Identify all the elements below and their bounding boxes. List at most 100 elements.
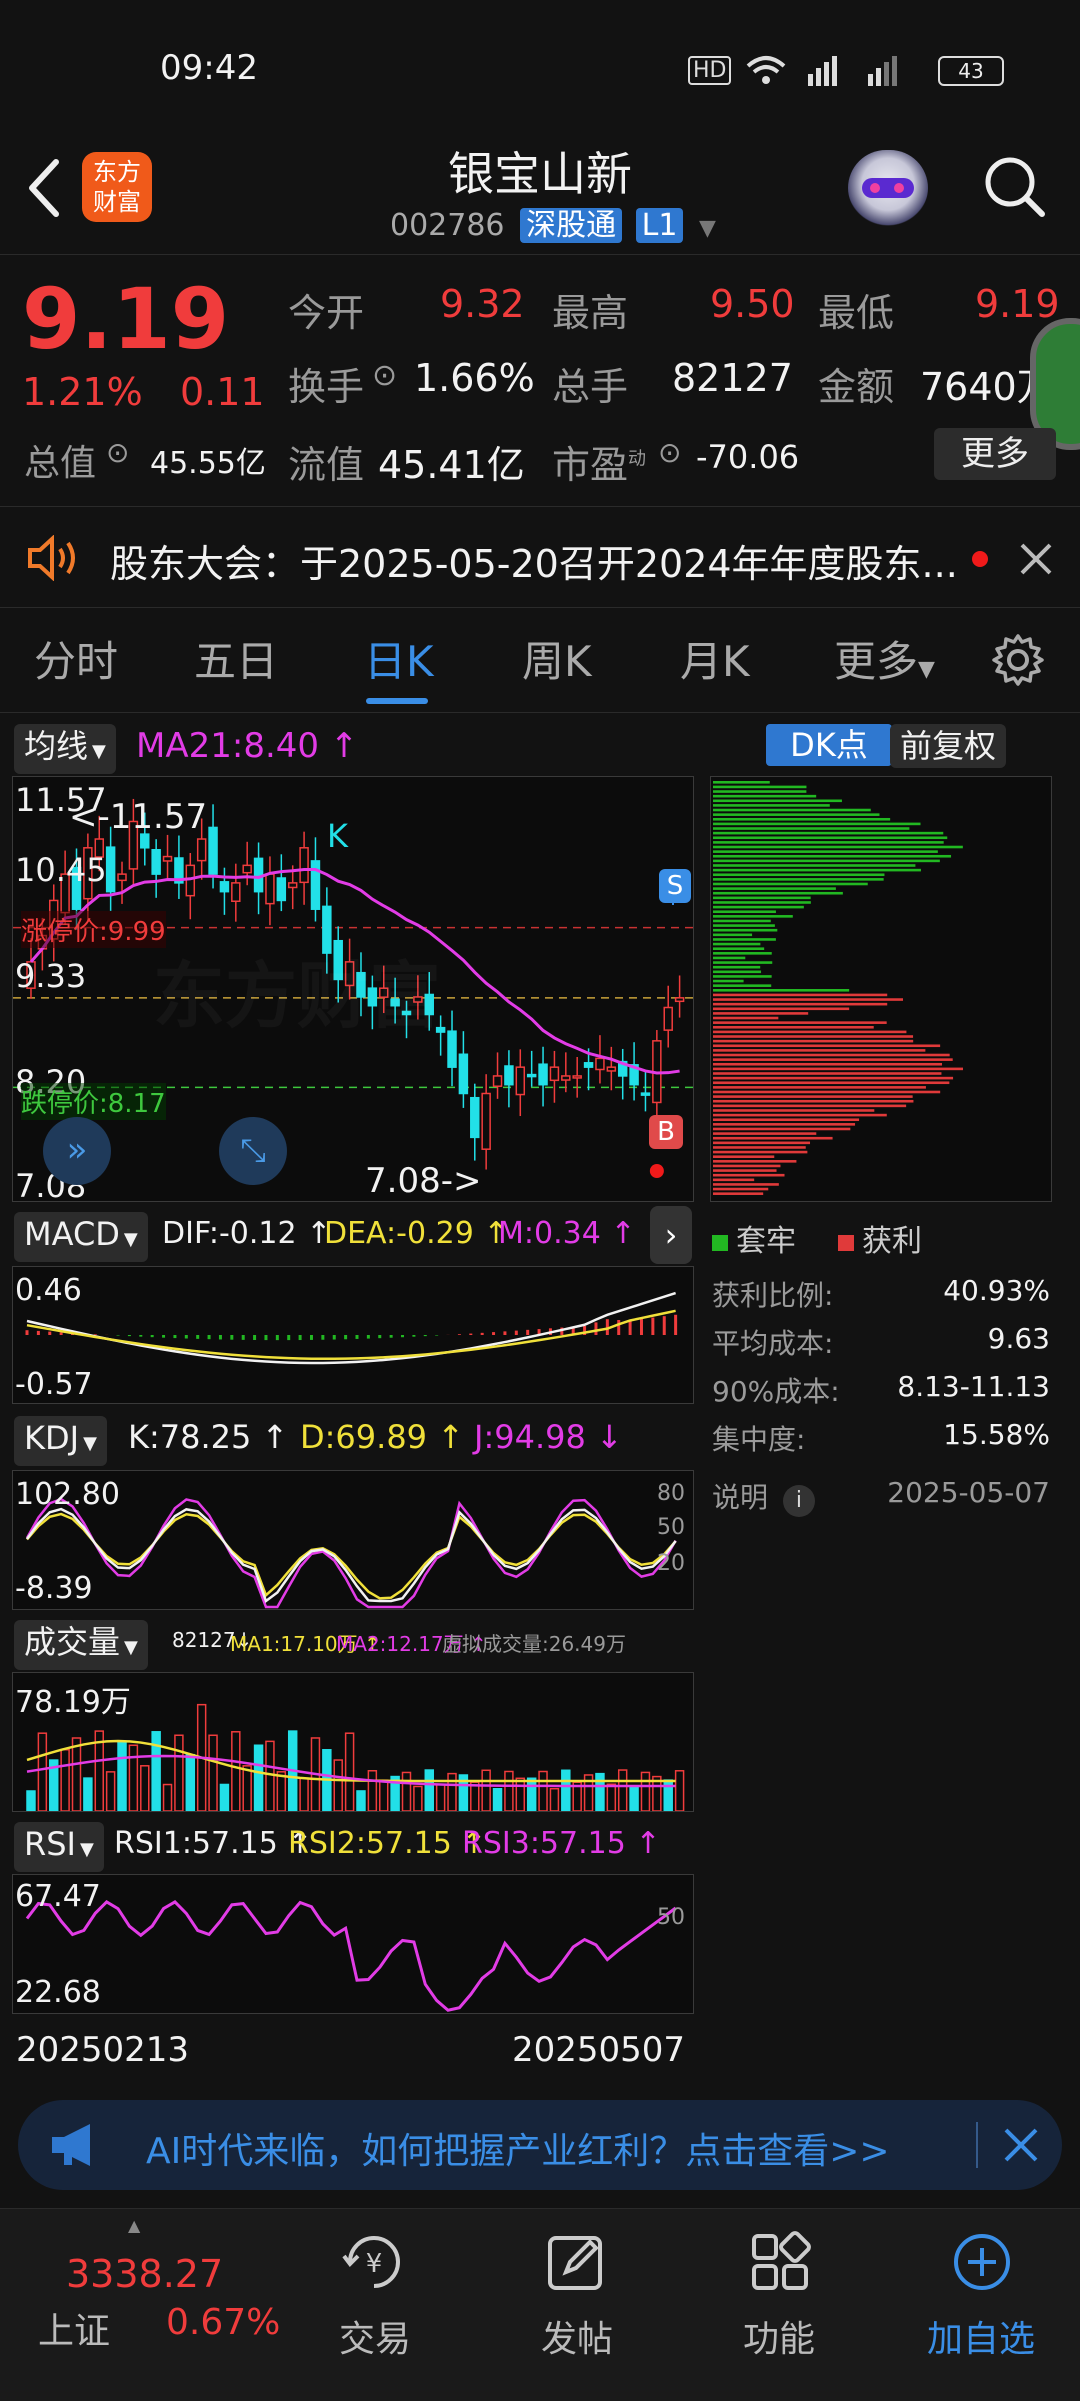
- rsi-chart[interactable]: 67.47 22.68 50: [12, 1874, 694, 2014]
- chip-bar-profit: [713, 1109, 875, 1112]
- kdj-top-label: 102.80: [15, 1477, 120, 1512]
- tab-more[interactable]: 更多▼: [834, 628, 935, 689]
- chip-legend-trapped: 套牢: [712, 1216, 796, 1260]
- nav-add-watchlist[interactable]: 加自选: [896, 2310, 1066, 2362]
- chip-row-label: 获利比例:: [712, 1279, 834, 1312]
- nav-trade[interactable]: 交易: [290, 2310, 460, 2362]
- expand-left-button[interactable]: »: [43, 1117, 111, 1185]
- candle-body: [447, 1030, 457, 1068]
- chevron-up-icon[interactable]: ▲: [128, 2216, 140, 2235]
- macd-selector-button[interactable]: MACD ▼: [14, 1212, 148, 1262]
- chip-bar-profit: [713, 1141, 811, 1145]
- candle-body: [504, 1065, 514, 1086]
- chip-bar-trapped: [713, 965, 761, 969]
- volume-bar: [617, 1769, 628, 1811]
- macd-chart[interactable]: 0.46 -0.57: [12, 1266, 694, 1404]
- high-label: 最高: [552, 291, 629, 335]
- tab-intraday[interactable]: 分时: [34, 628, 118, 689]
- chip-date: 2025-05-07: [887, 1476, 1050, 1509]
- fullscreen-button[interactable]: ⤡: [219, 1117, 287, 1185]
- gear-icon[interactable]: [990, 632, 1046, 688]
- volume-bar: [60, 1748, 70, 1811]
- chip-bar-profit: [713, 1123, 856, 1126]
- price-label-2: 10.45: [15, 851, 107, 889]
- tab-five-day[interactable]: 五日: [194, 628, 278, 689]
- index-name[interactable]: 上证: [38, 2302, 110, 2354]
- tab-active-indicator: [366, 698, 428, 704]
- more-button[interactable]: 更多: [934, 428, 1056, 480]
- dk-point-button[interactable]: DK点: [766, 724, 892, 766]
- chip-bar-profit: [713, 1155, 775, 1158]
- chip-bar-trapped: [713, 850, 938, 853]
- chip-bar-trapped: [713, 859, 940, 863]
- robot-avatar-icon[interactable]: [848, 150, 928, 226]
- tab-weekly-k[interactable]: 周K: [522, 628, 592, 689]
- volume-bar: [401, 1771, 412, 1811]
- wifi-icon: [746, 56, 786, 84]
- chevron-right-icon[interactable]: ›: [650, 1206, 692, 1264]
- chip-bar-trapped: [713, 804, 830, 807]
- index-change[interactable]: 0.67%: [166, 2302, 280, 2343]
- turnover-value: 1.66%: [414, 356, 535, 400]
- candle-body: [640, 1092, 651, 1096]
- notice-dot: [972, 551, 988, 567]
- chip-bar-profit: [713, 998, 903, 1001]
- search-icon[interactable]: [980, 152, 1050, 222]
- apps-icon[interactable]: [748, 2230, 812, 2294]
- volume-selector-button[interactable]: 成交量 ▼: [14, 1620, 148, 1670]
- buy-marker[interactable]: B: [649, 1115, 683, 1149]
- red-square-icon: [838, 1235, 854, 1251]
- chip-explain[interactable]: 说明 i: [712, 1476, 815, 1517]
- low-label: 最低: [818, 291, 895, 335]
- chip-bar-trapped: [713, 841, 944, 844]
- kline-chart[interactable]: 东方财富 11.57 10.45 9.33 8.20 7.08 <-11.57 …: [12, 776, 694, 1205]
- volume-bar: [492, 1788, 503, 1811]
- info-icon[interactable]: ⊙: [658, 436, 681, 469]
- close-icon[interactable]: [1002, 2126, 1040, 2164]
- notice-bar[interactable]: 股东大会：于2025-05-20召开2024年年度股东...: [0, 506, 1080, 608]
- chip-bar-profit: [713, 1183, 779, 1186]
- info-icon[interactable]: ⊙: [372, 358, 397, 393]
- last-price: 9.19: [22, 270, 230, 368]
- legend-profit-label: 获利: [862, 1224, 922, 1259]
- chip-bar-trapped: [713, 878, 884, 881]
- chip-bar-profit: [713, 1053, 950, 1057]
- kdj-chart[interactable]: 102.80 -8.39 80 50 20: [12, 1470, 694, 1610]
- volume-bar: [344, 1732, 355, 1811]
- volume-bar: [185, 1753, 196, 1811]
- tab-more-label: 更多: [834, 637, 919, 686]
- volume-chart[interactable]: 78.19万: [12, 1672, 694, 1812]
- nav-functions[interactable]: 功能: [694, 2310, 864, 2362]
- ad-banner[interactable]: AI时代来临，如何把握产业红利？点击查看>>: [18, 2100, 1062, 2190]
- chip-bar-trapped: [713, 785, 807, 789]
- ma-selector-button[interactable]: 均线 ▼: [14, 724, 116, 774]
- sell-marker[interactable]: S: [659, 869, 691, 903]
- chip-bar-trapped: [713, 813, 880, 816]
- price-label-3: 9.33: [15, 957, 87, 995]
- edit-post-icon[interactable]: [544, 2230, 608, 2294]
- index-value[interactable]: 3338.27: [66, 2252, 223, 2296]
- tab-daily-k[interactable]: 日K: [364, 628, 434, 689]
- chip-row-label: 平均成本:: [712, 1327, 834, 1360]
- chip-bar-profit: [713, 1090, 941, 1094]
- chip-bar-trapped: [713, 970, 762, 974]
- rsi-selector-label: RSI: [24, 1825, 76, 1863]
- trade-icon[interactable]: ¥: [340, 2230, 408, 2294]
- tab-monthly-k[interactable]: 月K: [680, 628, 750, 689]
- chip-bar-trapped: [713, 873, 885, 877]
- rsi-selector-button[interactable]: RSI ▼: [14, 1822, 104, 1872]
- candle-body: [219, 881, 230, 893]
- add-watchlist-icon[interactable]: [950, 2230, 1014, 2294]
- stock-code-row[interactable]: 002786 深股通 L1 ▼: [390, 200, 716, 244]
- adjust-button[interactable]: 前复权: [890, 724, 1007, 768]
- volume-bar: [356, 1790, 366, 1811]
- info-icon[interactable]: ⊙: [106, 436, 129, 469]
- close-icon[interactable]: [1018, 541, 1054, 577]
- nav-post[interactable]: 发帖: [492, 2310, 662, 2362]
- chip-distribution-chart[interactable]: [710, 776, 1052, 1202]
- volume-bar: [83, 1777, 93, 1811]
- volume-bar: [231, 1731, 241, 1811]
- chip-bar-trapped: [713, 836, 948, 840]
- kdj-selector-button[interactable]: KDJ ▼: [14, 1416, 107, 1466]
- float-value: 45.41亿: [378, 443, 525, 487]
